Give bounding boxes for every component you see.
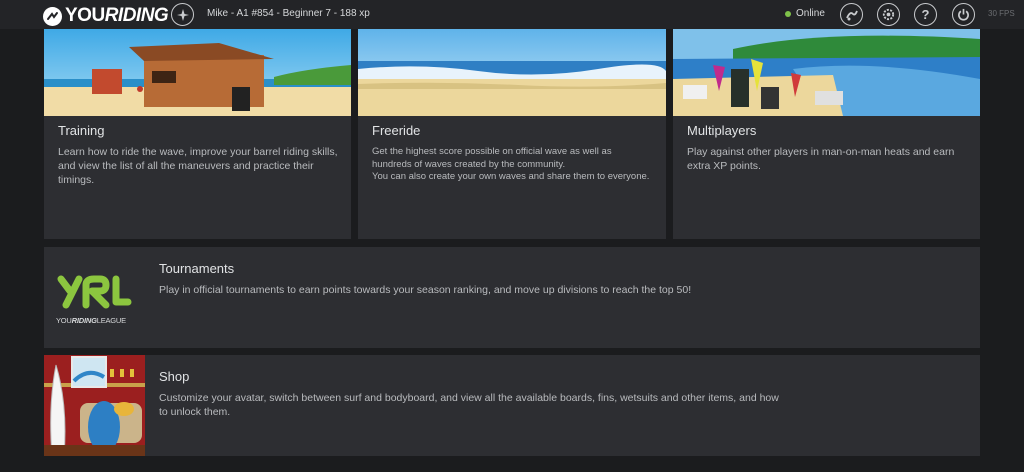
skills-icon (845, 10, 858, 20)
freeride-description-1: Get the highest score possible on offici… (372, 146, 612, 170)
youriding-league-logo: YOURIDINGLEAGUE (56, 275, 136, 325)
multiplayers-title: Multiplayers (687, 123, 757, 138)
settings-button[interactable] (877, 3, 900, 26)
quit-button[interactable] (952, 3, 975, 26)
freeride-card[interactable]: Freeride Get the highest score possible … (358, 29, 666, 239)
profile-icon[interactable] (171, 3, 194, 26)
shop-card[interactable]: Shop Customize your avatar, switch betwe… (44, 355, 980, 456)
freeride-image (358, 29, 666, 116)
freeride-title: Freeride (372, 123, 421, 138)
multiplayers-card[interactable]: Multiplayers Play against other players … (673, 29, 980, 239)
app-title: YOURIDING (65, 5, 169, 26)
shop-image (44, 355, 145, 456)
freeride-description-2: You can also create your own waves and s… (372, 171, 650, 182)
league-logo-text: YOURIDINGLEAGUE (56, 316, 126, 325)
online-dot-icon (785, 10, 791, 17)
training-title: Training (58, 123, 105, 138)
status-label: Online (796, 8, 825, 19)
shop-description: Customize your avatar, switch between su… (159, 392, 779, 418)
app-logo[interactable]: YOURIDING (43, 5, 169, 27)
tournaments-description: Play in official tournaments to earn poi… (159, 284, 692, 296)
power-icon (958, 8, 969, 21)
training-image (44, 29, 351, 116)
connection-status: Online (785, 8, 825, 19)
logo-mark-icon (43, 6, 62, 26)
training-description: Learn how to ride the wave, improve your… (58, 146, 338, 186)
gear-icon (882, 8, 895, 21)
help-icon: ? (921, 7, 930, 22)
tournaments-title: Tournaments (159, 261, 235, 276)
profile-summary: Mike - A1 #854 - Beginner 7 - 188 xp (207, 8, 370, 19)
fps-counter: 30 FPS (988, 9, 1015, 18)
skills-button[interactable] (840, 3, 863, 26)
training-card[interactable]: Training Learn how to ride the wave, imp… (44, 29, 351, 239)
help-button[interactable]: ? (914, 3, 937, 26)
tournaments-card[interactable]: YOURIDINGLEAGUE Tournaments Play in offi… (44, 247, 980, 348)
league-logo-icon (57, 275, 132, 309)
top-bar: YOURIDING Mike - A1 #854 - Beginner 7 - … (0, 0, 1024, 29)
shop-title: Shop (159, 369, 190, 384)
multiplayers-image (673, 29, 980, 116)
multiplayers-description: Play against other players in man-on-man… (687, 146, 955, 172)
